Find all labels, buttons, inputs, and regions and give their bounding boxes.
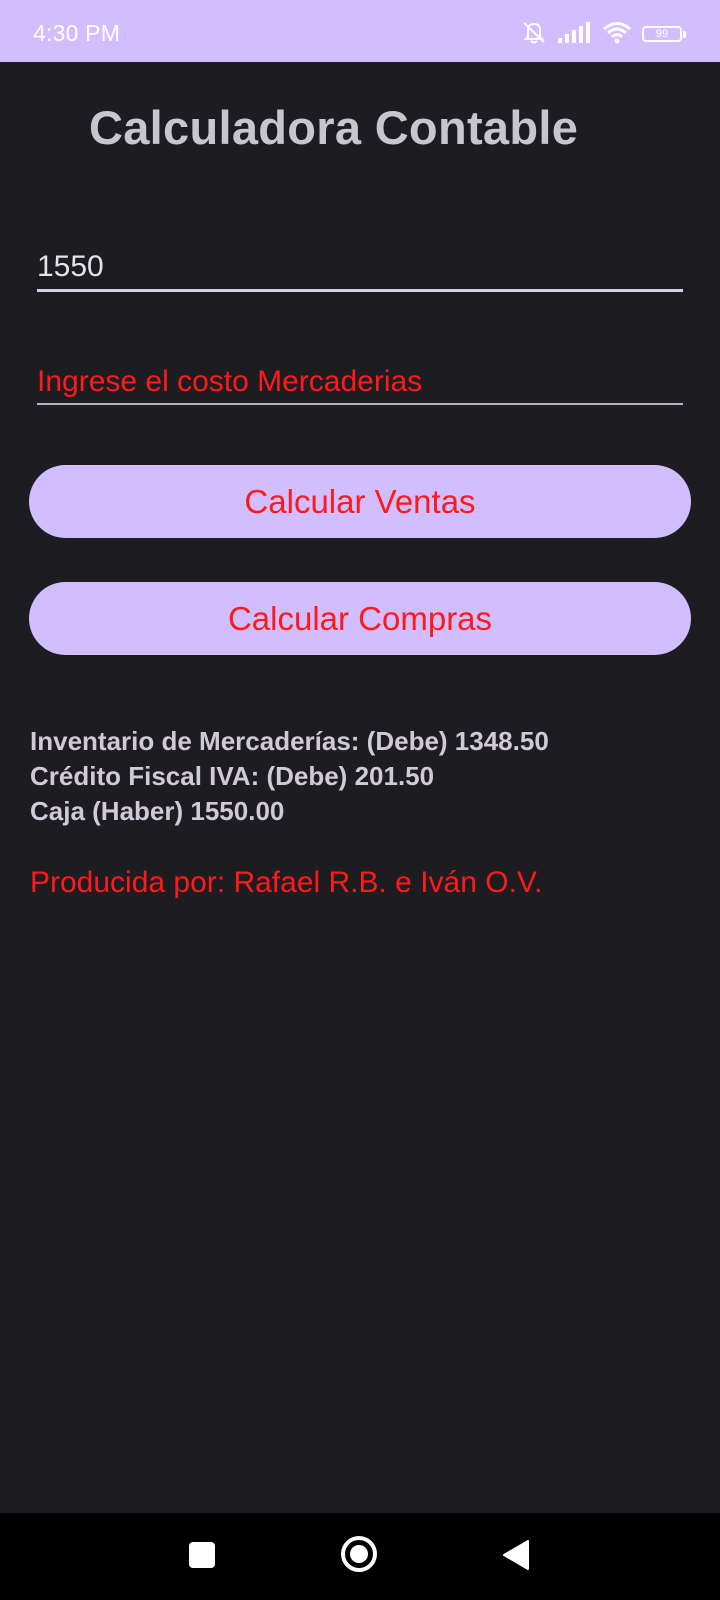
battery-icon: 99 (642, 26, 686, 42)
signal-icon (558, 21, 592, 48)
results-panel: Inventario de Mercaderías: (Debe) 1348.5… (30, 724, 549, 829)
wifi-icon (602, 20, 632, 49)
status-bar: 4:30 PM 99 (0, 0, 720, 62)
status-time: 4:30 PM (33, 20, 121, 46)
mute-icon (520, 20, 548, 49)
result-inventario: Inventario de Mercaderías: (Debe) 1348.5… (30, 726, 549, 756)
navigation-bar (0, 1513, 720, 1600)
back-icon[interactable] (502, 1539, 530, 1571)
recents-icon[interactable] (189, 1542, 215, 1568)
status-icons: 99 (520, 20, 686, 49)
result-caja: Caja (Haber) 1550.00 (30, 796, 285, 826)
calcular-ventas-button[interactable]: Calcular Ventas (29, 465, 691, 538)
home-icon[interactable] (340, 1535, 378, 1573)
cost-input[interactable] (37, 361, 683, 405)
calcular-compras-button[interactable]: Calcular Compras (29, 582, 691, 655)
amount-input[interactable] (37, 245, 683, 292)
result-credito-fiscal: Crédito Fiscal IVA: (Debe) 201.50 (30, 761, 435, 791)
credits-text: Producida por: Rafael R.B. e Iván O.V. (30, 866, 543, 899)
page-title: Calculadora Contable (89, 101, 579, 154)
